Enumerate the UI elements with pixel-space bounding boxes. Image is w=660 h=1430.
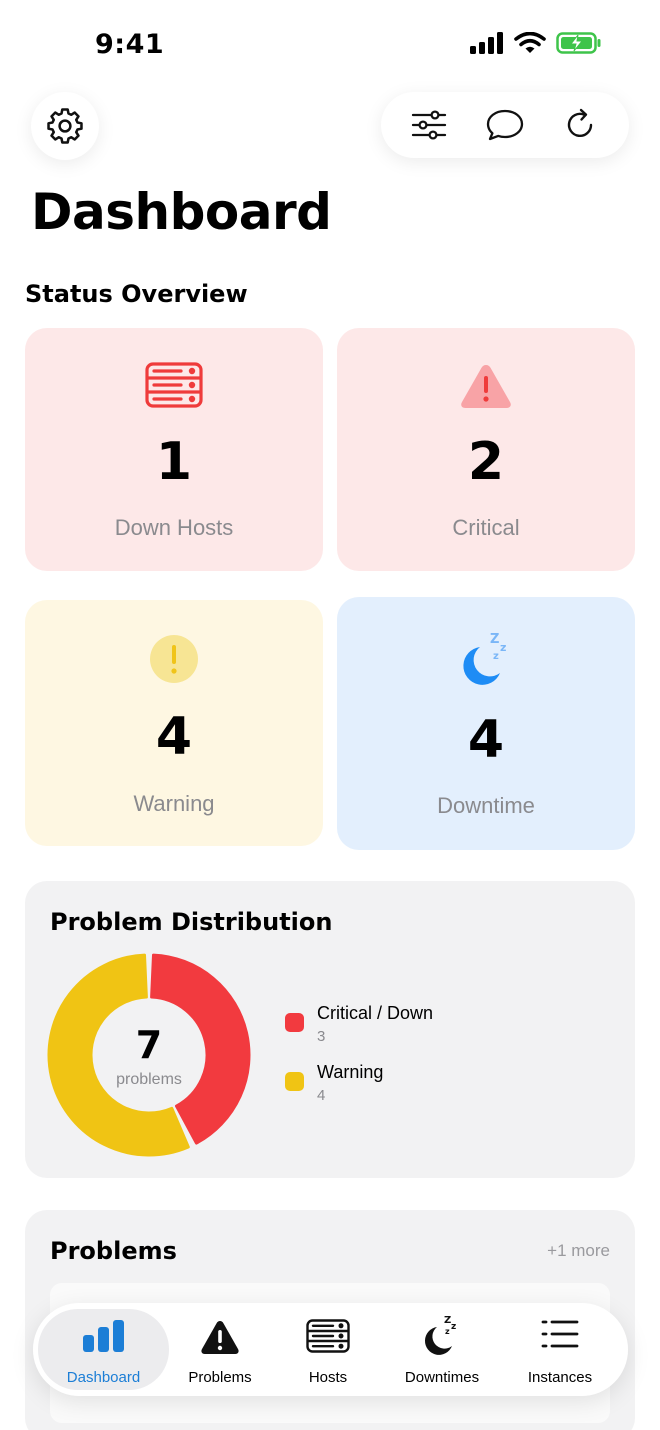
warning-triangle-icon [201, 1321, 239, 1354]
wifi-icon [514, 32, 546, 53]
downtime-label: Downtime [437, 793, 535, 818]
donut-total-label: problems [116, 1071, 182, 1088]
status-bar: 9:41 [0, 0, 660, 90]
status-overview-title: Status Overview [25, 280, 248, 308]
tab-label: Dashboard [66, 1369, 141, 1386]
problem-distribution-card: Problem Distribution 7 problems Critical… [25, 881, 635, 1178]
downtime-value: 4 [467, 710, 505, 770]
tab-label: Downtimes [404, 1369, 480, 1386]
header-toolbar [381, 92, 629, 158]
legend-count: 4 [317, 1087, 326, 1104]
refresh-icon [567, 108, 593, 137]
donut-center: 7 problems [47, 953, 251, 1157]
warning-value: 4 [155, 707, 193, 767]
down-hosts-value: 1 [155, 432, 193, 492]
server-icon [306, 1319, 350, 1353]
bar-chart-icon [82, 1320, 124, 1352]
critical-label: Critical [452, 515, 520, 540]
tab-label: Instances [527, 1369, 593, 1386]
status-icons [470, 32, 602, 54]
donut-total: 7 [135, 1023, 163, 1067]
tab-problems[interactable]: Problems [169, 1309, 271, 1390]
warning-card[interactable]: 4 Warning [25, 600, 323, 846]
svg-text:z: z [500, 641, 506, 654]
legend-label: Critical / Down [317, 1003, 434, 1023]
legend-swatch-warning [285, 1072, 304, 1091]
page-title: Dashboard [31, 183, 332, 241]
tab-label: Hosts [308, 1369, 348, 1386]
problems-more-link[interactable]: +1 more [547, 1241, 610, 1261]
critical-card[interactable]: 2 Critical [337, 328, 635, 571]
refresh-button[interactable] [551, 97, 611, 153]
messages-button[interactable] [475, 97, 535, 153]
svg-text:z: z [493, 651, 499, 662]
status-time: 9:41 [95, 29, 165, 60]
gear-icon [47, 108, 83, 144]
downtime-card[interactable]: Z z z 4 Downtime [337, 597, 635, 850]
legend-label: Warning [317, 1062, 384, 1082]
settings-button[interactable] [31, 92, 99, 160]
sliders-icon [411, 110, 447, 140]
moon-sleep-icon: Z z z [424, 1315, 456, 1355]
down-hosts-card[interactable]: 1 Down Hosts [25, 328, 323, 571]
moon-sleep-icon: Z z z [463, 632, 506, 685]
svg-text:z: z [451, 1322, 456, 1332]
battery-charging-icon [556, 32, 601, 54]
svg-text:z: z [445, 1327, 450, 1336]
tab-dashboard[interactable]: Dashboard [38, 1309, 169, 1390]
warning-label: Warning [133, 791, 215, 816]
warning-triangle-icon [461, 365, 511, 408]
server-icon [145, 362, 203, 408]
tab-bar: Dashboard Problems Hosts Z z z Downtimes [33, 1303, 628, 1396]
tab-instances[interactable]: Instances [509, 1309, 611, 1390]
legend-count: 3 [317, 1028, 326, 1045]
legend-swatch-critical [285, 1013, 304, 1032]
cellular-signal-icon [470, 32, 503, 54]
exclamation-circle-icon [150, 635, 198, 683]
svg-text:Z: Z [490, 632, 499, 647]
tab-hosts[interactable]: Hosts [281, 1309, 375, 1390]
chat-bubble-icon [486, 109, 524, 141]
critical-value: 2 [467, 432, 505, 492]
tab-label: Problems [188, 1369, 252, 1386]
down-hosts-label: Down Hosts [114, 515, 234, 540]
list-icon [541, 1320, 579, 1348]
tab-downtimes[interactable]: Z z z Downtimes [388, 1309, 496, 1390]
filter-button[interactable] [399, 97, 459, 153]
problems-title: Problems [50, 1237, 177, 1265]
distribution-title: Problem Distribution [50, 908, 333, 936]
